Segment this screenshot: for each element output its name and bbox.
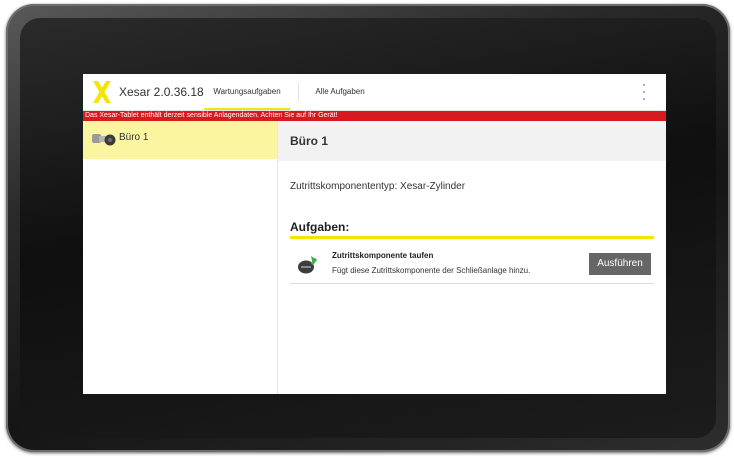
tab-wartungsaufgaben[interactable]: Wartungsaufgaben xyxy=(204,74,290,110)
execute-button[interactable]: Ausführen xyxy=(589,253,651,275)
app-bar: Xesar 2.0.36.18 Wartungsaufgaben Alle Au… xyxy=(83,74,666,111)
app-screen: Xesar 2.0.36.18 Wartungsaufgaben Alle Au… xyxy=(83,74,666,394)
tasks-heading-underline xyxy=(290,236,654,239)
add-component-icon xyxy=(298,256,317,274)
task-row: Zutrittskomponente taufen Fügt diese Zut… xyxy=(290,246,654,284)
detail-title: Büro 1 xyxy=(290,134,329,148)
cylinder-icon xyxy=(92,134,116,146)
sidebar: Büro 1 xyxy=(83,121,278,394)
app-title: Xesar 2.0.36.18 xyxy=(119,85,204,99)
task-title: Zutrittskomponente taufen xyxy=(332,251,434,260)
detail-header: Büro 1 xyxy=(278,121,666,161)
sidebar-item-buero-1[interactable]: Büro 1 xyxy=(83,121,277,159)
sidebar-item-label: Büro 1 xyxy=(119,132,149,143)
security-warning-banner: Das Xesar-Tablet enthält derzeit sensibl… xyxy=(83,111,666,121)
tab-alle-aufgaben[interactable]: Alle Aufgaben xyxy=(305,74,375,110)
task-description: Fügt diese Zutrittskomponente der Schlie… xyxy=(332,266,531,275)
tab-divider xyxy=(298,83,299,101)
component-type-label: Zutrittskomponententyp: Xesar-Zylinder xyxy=(290,181,466,192)
tasks-heading: Aufgaben: xyxy=(290,220,350,234)
xesar-logo-icon xyxy=(93,81,111,103)
overflow-menu-icon[interactable] xyxy=(639,84,649,100)
